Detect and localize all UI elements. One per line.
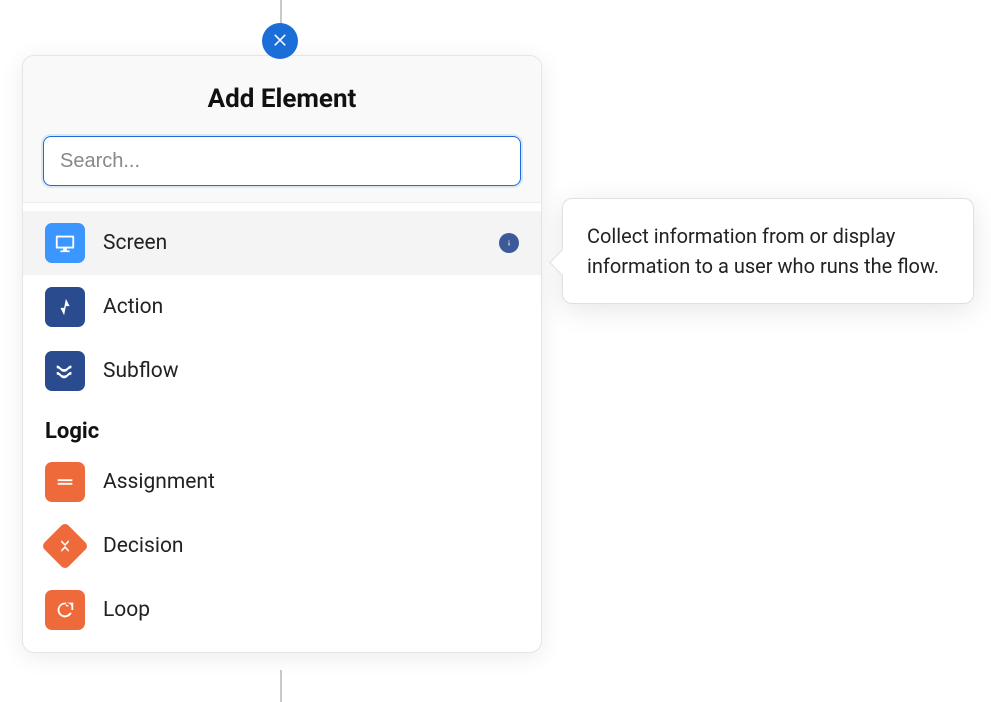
panel-title: Add Element [43,84,521,114]
flow-connector-line [280,670,282,702]
tooltip-text: Collect information from or display info… [587,224,939,278]
element-item-action[interactable]: Action [23,275,541,339]
action-icon [45,287,85,327]
decision-icon [45,526,85,566]
subflow-icon [45,351,85,391]
element-label: Decision [103,534,184,558]
element-label: Assignment [103,470,215,494]
element-label: Screen [103,231,167,255]
info-icon[interactable] [499,233,519,253]
element-item-screen[interactable]: Screen [23,211,541,275]
element-item-decision[interactable]: Decision [23,514,541,578]
element-label: Loop [103,598,150,622]
panel-body: Screen Action Subflow Logic Assignmen [23,203,541,652]
element-label: Action [103,295,163,319]
add-element-panel: Add Element Screen Action [22,55,542,653]
element-item-subflow[interactable]: Subflow [23,339,541,403]
element-tooltip: Collect information from or display info… [562,198,974,304]
element-item-loop[interactable]: Loop [23,578,541,642]
element-item-assignment[interactable]: Assignment [23,450,541,514]
search-wrapper [43,136,521,186]
close-icon [271,30,289,52]
search-input[interactable] [43,136,521,186]
section-header-logic: Logic [23,403,541,450]
assignment-icon [45,462,85,502]
close-button[interactable] [262,23,298,59]
loop-icon [45,590,85,630]
element-label: Subflow [103,359,179,383]
panel-header: Add Element [23,56,541,203]
screen-icon [45,223,85,263]
